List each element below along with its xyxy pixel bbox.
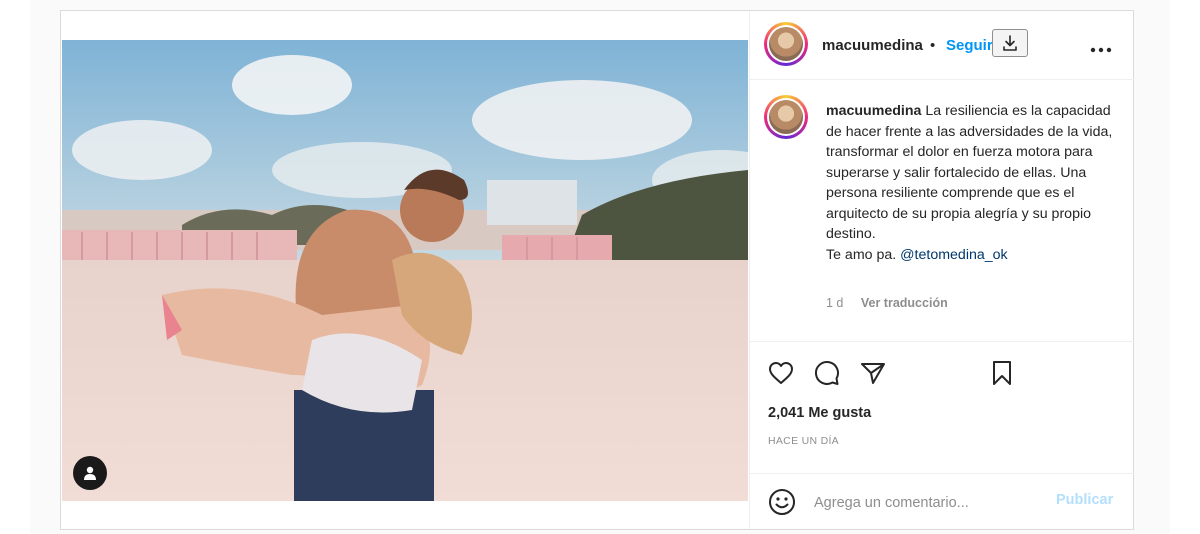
caption-text: macuumedina La resiliencia es la capacid…	[826, 101, 1126, 265]
comment-bar: Publicar	[750, 473, 1134, 530]
follow-button[interactable]: Seguir	[946, 37, 993, 54]
caption-meta: 1 d Ver traducción	[826, 296, 962, 310]
post-photo[interactable]	[62, 40, 748, 501]
author-username[interactable]: macuumedina	[822, 37, 923, 54]
author-avatar[interactable]	[764, 22, 808, 66]
actions-section: 2,041 Me gusta HACE UN DÍA	[750, 341, 1134, 472]
post-header: macuumedina • Seguir	[750, 11, 1134, 80]
publish-button[interactable]: Publicar	[1056, 492, 1113, 508]
like-button[interactable]	[766, 358, 796, 388]
bookmark-icon	[993, 361, 1011, 385]
post-timestamp[interactable]: HACE UN DÍA	[768, 435, 839, 447]
comment-input[interactable]	[812, 492, 1046, 514]
emoji-icon	[769, 489, 795, 515]
post-sidebar: macuumedina • Seguir macuumedina La resi…	[749, 11, 1134, 529]
tagged-user-badge[interactable]	[73, 456, 107, 490]
share-icon	[861, 363, 885, 384]
tagged-user-icon	[84, 466, 96, 480]
emoji-button[interactable]	[768, 488, 796, 516]
header-separator: •	[930, 37, 936, 54]
download-button[interactable]	[992, 29, 1028, 57]
heart-icon	[769, 362, 793, 384]
caption-author-avatar[interactable]	[764, 95, 808, 139]
caption-age: 1 d	[826, 296, 844, 310]
translate-button[interactable]: Ver traducción	[861, 296, 948, 310]
beach-photo-illustration	[62, 40, 748, 501]
more-options-icon	[1090, 47, 1112, 53]
comment-button[interactable]	[812, 358, 842, 388]
caption-username[interactable]: macuumedina	[826, 103, 921, 119]
caption-final-line: Te amo pa.	[826, 246, 897, 263]
comment-icon	[815, 361, 839, 385]
likes-count[interactable]: 2,041 Me gusta	[768, 405, 871, 421]
page-gutter-left	[0, 0, 30, 534]
save-button[interactable]	[987, 358, 1017, 388]
caption-mention-link[interactable]: @tetomedina_ok	[900, 247, 1007, 263]
page-gutter-right	[1170, 0, 1200, 534]
download-icon	[1003, 35, 1017, 51]
caption-body: La resiliencia es la capacidad de hacer …	[826, 103, 1113, 242]
share-button[interactable]	[858, 358, 888, 388]
more-options-button[interactable]	[1090, 33, 1112, 59]
